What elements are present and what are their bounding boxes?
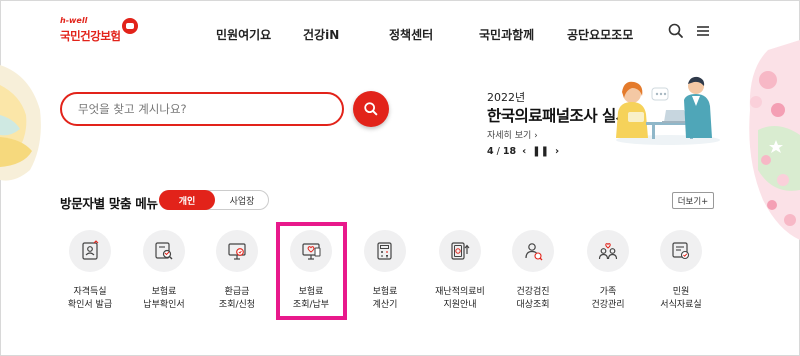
search-icon: [364, 102, 378, 116]
banner-illustration: [616, 76, 720, 145]
menu-label-line2: 조회/신청: [218, 300, 256, 310]
nav-item-together[interactable]: 국민과함께: [479, 26, 534, 43]
site-logo[interactable]: h-well 국민건강보험: [60, 16, 150, 46]
refund-monitor-icon: [228, 243, 246, 260]
prev-slide-icon[interactable]: ‹: [522, 146, 526, 157]
banner-more-link[interactable]: 자세히 보기 ›: [487, 128, 538, 141]
menu-label: 가족건강관리: [568, 286, 648, 312]
menu-icon-circle: [216, 230, 258, 272]
menu-label-line2: 서식자료실: [660, 300, 702, 310]
tab-business[interactable]: 사업장: [214, 190, 270, 210]
menu-label-line1: 보험료: [298, 287, 324, 297]
logo-mark-icon: [122, 18, 138, 34]
menu-label-line2: 확인서 발급: [67, 300, 113, 310]
menu-label-line1: 보험료: [151, 287, 177, 297]
menu-label-line2: 계산기: [372, 300, 398, 310]
visitor-type-toggle: 개인 사업장: [159, 190, 269, 210]
menu-label: 재난적의료비지원안내: [420, 286, 500, 312]
banner-year: 2022년: [487, 91, 526, 104]
document-search-icon: [155, 242, 173, 260]
menu-label-line2: 대상조회: [516, 300, 550, 310]
menu-label: 보험료납부확인서: [124, 286, 204, 312]
banner-title: 한국의료패널조사 실시: [487, 107, 630, 125]
next-slide-icon[interactable]: ›: [555, 146, 559, 157]
chevron-right-icon: ›: [534, 131, 538, 141]
menu-label-line1: 보험료: [372, 287, 398, 297]
certificate-icon: [82, 240, 99, 260]
nav-item-health-in[interactable]: 건강iN: [303, 26, 339, 43]
menu-label: 자격득실확인서 발급: [50, 286, 130, 312]
menu-label-line1: 민원: [672, 287, 690, 297]
nav-item-about[interactable]: 공단요모조모: [567, 26, 633, 43]
calculator-icon: [377, 242, 392, 260]
search-input[interactable]: [78, 102, 326, 116]
menu-label-line1: 건강검진: [516, 287, 550, 297]
pager-separator: /: [496, 146, 500, 157]
more-button[interactable]: 더보기+: [672, 192, 714, 209]
menu-label-line2: 조회/납부: [292, 300, 330, 310]
search-icon[interactable]: [667, 22, 685, 40]
menu-label: 민원서식자료실: [641, 286, 721, 312]
menu-label-line2: 건강관리: [591, 300, 625, 310]
menu-icon-circle: [660, 230, 702, 272]
menu-icon-circle: [364, 230, 406, 272]
menu-icon-circle: [69, 230, 111, 272]
medical-support-icon: [451, 242, 470, 260]
menu-label-line2: 지원안내: [443, 300, 477, 310]
logo-text: 국민건강보험: [60, 29, 121, 43]
form-archive-icon: [672, 242, 690, 260]
menu-label: 환급금조회/신청: [197, 286, 277, 312]
right-decoration-illustration: [749, 40, 800, 240]
menu-label: 건강검진대상조회: [493, 286, 573, 312]
menu-label-line1: 환급금: [224, 287, 250, 297]
menu-label-line1: 재난적의료비: [435, 287, 485, 297]
menu-icon-circle: [143, 230, 185, 272]
menu-label-line2: 납부확인서: [143, 300, 185, 310]
menu-icon-circle: [587, 230, 629, 272]
pager-counter: 4 / 18: [487, 146, 516, 157]
menu-label-line1: 자격득실: [73, 287, 107, 297]
health-checkup-icon: [525, 243, 543, 261]
nav-item-policy-center[interactable]: 정책센터: [389, 26, 433, 43]
search-button[interactable]: [353, 91, 389, 127]
hamburger-menu-icon[interactable]: [694, 22, 712, 40]
search-box: [60, 92, 344, 126]
banner-more-label: 자세히 보기: [487, 131, 532, 141]
menu-label: 보험료조회/납부: [271, 286, 351, 312]
nav-item-civil-service[interactable]: 민원여기요: [216, 26, 271, 43]
pause-icon[interactable]: ❚❚: [532, 146, 549, 157]
menu-icon-circle: [512, 230, 554, 272]
menu-icon-circle: [439, 230, 481, 272]
menu-label: 보험료계산기: [345, 286, 425, 312]
family-icon: [598, 243, 618, 260]
premium-payment-icon: [302, 243, 321, 260]
tab-individual[interactable]: 개인: [159, 190, 215, 210]
pager-total: 18: [502, 146, 517, 157]
left-decoration-illustration: [0, 65, 41, 181]
banner-pager: 4 / 18 ‹ ❚❚ ›: [487, 146, 559, 157]
menu-label-line1: 가족: [599, 287, 617, 297]
menu-icon-circle: [290, 230, 332, 272]
logo-tagline: h-well: [60, 16, 88, 25]
pager-current: 4: [487, 146, 494, 157]
custom-menu-title: 방문자별 맞춤 메뉴: [60, 196, 158, 211]
